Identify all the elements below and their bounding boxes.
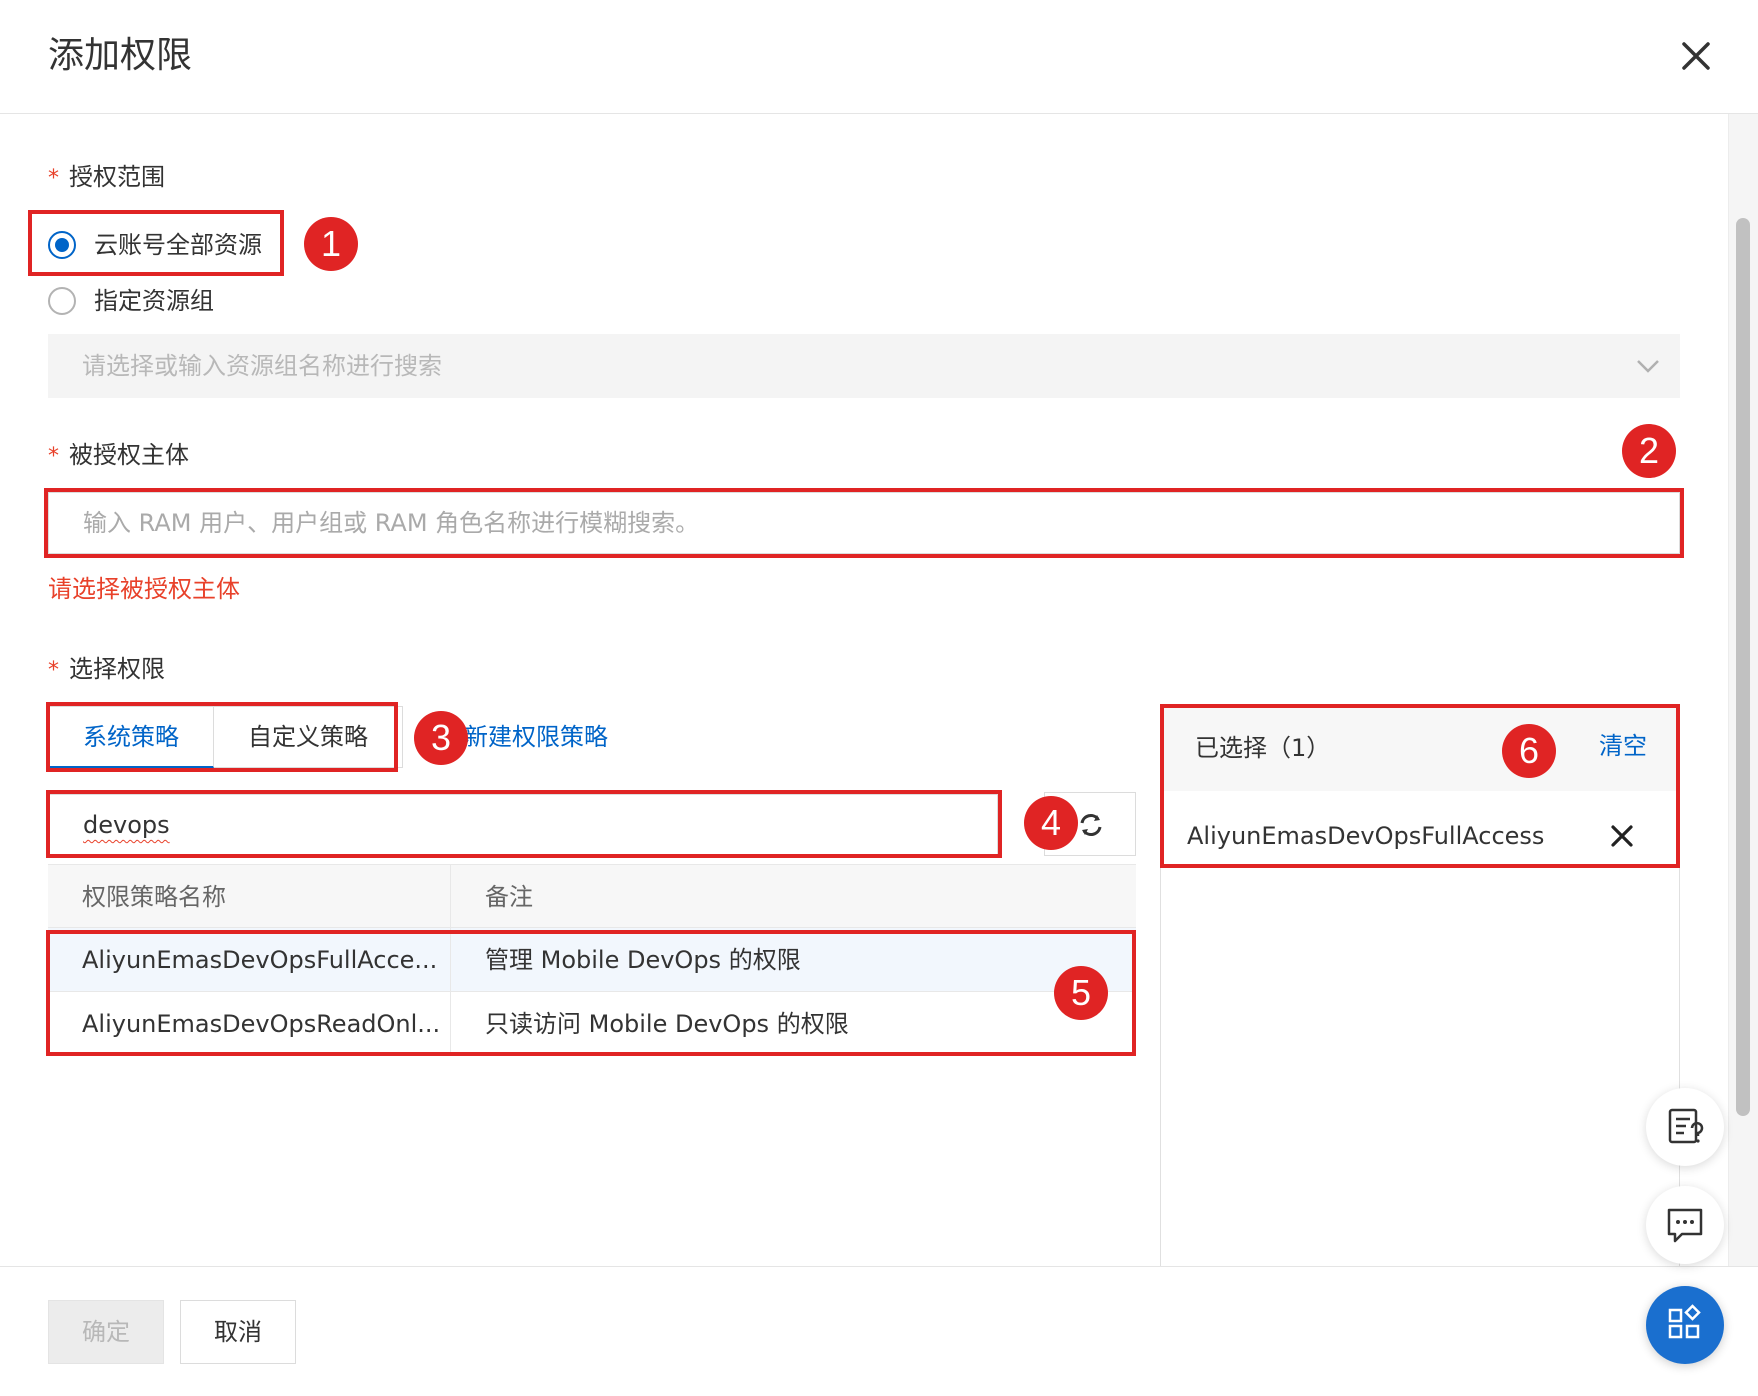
table-header: 权限策略名称 备注: [48, 864, 1136, 928]
selected-panel: 已选择（1） 清空 AliyunEmasDevOpsFullAccess: [1160, 706, 1680, 1266]
close-icon: [1611, 825, 1633, 847]
table-row[interactable]: AliyunEmasDevOpsFullAcce... 管理 Mobile De…: [48, 928, 1136, 992]
principal-search-input[interactable]: 输入 RAM 用户、用户组或 RAM 角色名称进行模糊搜索。: [48, 492, 1680, 554]
confirm-button[interactable]: 确定: [48, 1300, 164, 1364]
principal-error-message: 请选择被授权主体: [48, 575, 240, 603]
policy-name-cell: AliyunEmasDevOpsFullAcce...: [48, 928, 451, 991]
principal-placeholder: 输入 RAM 用户、用户组或 RAM 角色名称进行模糊搜索。: [83, 509, 700, 537]
permissions-label-text: 选择权限: [69, 655, 165, 683]
annotation-badge-6: 6: [1502, 724, 1556, 778]
required-mark: *: [48, 658, 59, 683]
required-mark: *: [48, 166, 59, 191]
scrollbar-thumb[interactable]: [1736, 218, 1750, 1116]
permissions-label: * 选择权限: [48, 652, 165, 688]
close-icon: [1682, 42, 1710, 70]
principal-label-text: 被授权主体: [69, 441, 189, 469]
annotation-badge-2: 2: [1622, 424, 1676, 478]
selected-policy-item: AliyunEmasDevOpsFullAccess: [1187, 822, 1545, 850]
radio-button-checked[interactable]: [48, 231, 76, 259]
selected-count-title: 已选择（1）: [1195, 734, 1331, 762]
close-button[interactable]: [1670, 30, 1722, 82]
table-row[interactable]: AliyunEmasDevOpsReadOnl... 只读访问 Mobile D…: [48, 992, 1136, 1056]
radio-resource-group[interactable]: 指定资源组: [48, 284, 214, 318]
chat-bubble-icon: [1667, 1208, 1703, 1243]
dialog-header: [0, 0, 1758, 114]
help-document-icon: [1668, 1108, 1704, 1144]
selected-panel-header: 已选择（1） 清空: [1161, 707, 1679, 791]
remove-selected-button[interactable]: [1603, 817, 1641, 855]
column-header-note: 备注: [485, 883, 533, 911]
radio-all-resources-label: 云账号全部资源: [94, 231, 262, 259]
column-header-name: 权限策略名称: [48, 865, 451, 927]
policy-note-cell: 管理 Mobile DevOps 的权限: [485, 946, 801, 974]
annotation-badge-5: 5: [1054, 966, 1108, 1020]
required-mark: *: [48, 444, 59, 469]
chat-button[interactable]: [1646, 1186, 1724, 1264]
scope-label-text: 授权范围: [69, 163, 165, 191]
annotation-badge-4: 4: [1024, 796, 1078, 850]
radio-all-resources[interactable]: 云账号全部资源: [48, 228, 262, 262]
help-docs-button[interactable]: [1646, 1088, 1724, 1166]
chevron-down-icon: [1637, 360, 1659, 373]
new-policy-link[interactable]: 新建权限策略: [464, 720, 608, 754]
policy-name-cell: AliyunEmasDevOpsReadOnl...: [48, 992, 451, 1055]
policy-tabs: 系统策略 自定义策略: [48, 706, 403, 768]
radio-button[interactable]: [48, 287, 76, 315]
radio-resource-group-label: 指定资源组: [94, 287, 214, 315]
resource-group-placeholder: 请选择或输入资源组名称进行搜索: [82, 352, 442, 380]
apps-grid-icon: [1668, 1304, 1701, 1339]
resource-group-select: 请选择或输入资源组名称进行搜索: [48, 334, 1680, 398]
apps-menu-button[interactable]: [1646, 1286, 1724, 1364]
scope-label: * 授权范围: [48, 160, 165, 196]
cancel-button[interactable]: 取消: [180, 1300, 296, 1364]
policy-search-value: devops: [83, 811, 170, 839]
tab-system-policy[interactable]: 系统策略: [48, 706, 214, 768]
principal-label: * 被授权主体: [48, 438, 189, 474]
tab-custom-policy[interactable]: 自定义策略: [214, 706, 403, 768]
annotation-badge-1: 1: [304, 217, 358, 271]
policy-search-input[interactable]: devops: [48, 794, 998, 856]
annotation-badge-3: 3: [414, 711, 468, 765]
dialog-title: 添加权限: [48, 35, 193, 76]
clear-selection-link[interactable]: 清空: [1599, 729, 1647, 763]
policy-table: 权限策略名称 备注 AliyunEmasDevOpsFullAcce... 管理…: [48, 864, 1136, 1056]
policy-note-cell: 只读访问 Mobile DevOps 的权限: [485, 1010, 849, 1038]
